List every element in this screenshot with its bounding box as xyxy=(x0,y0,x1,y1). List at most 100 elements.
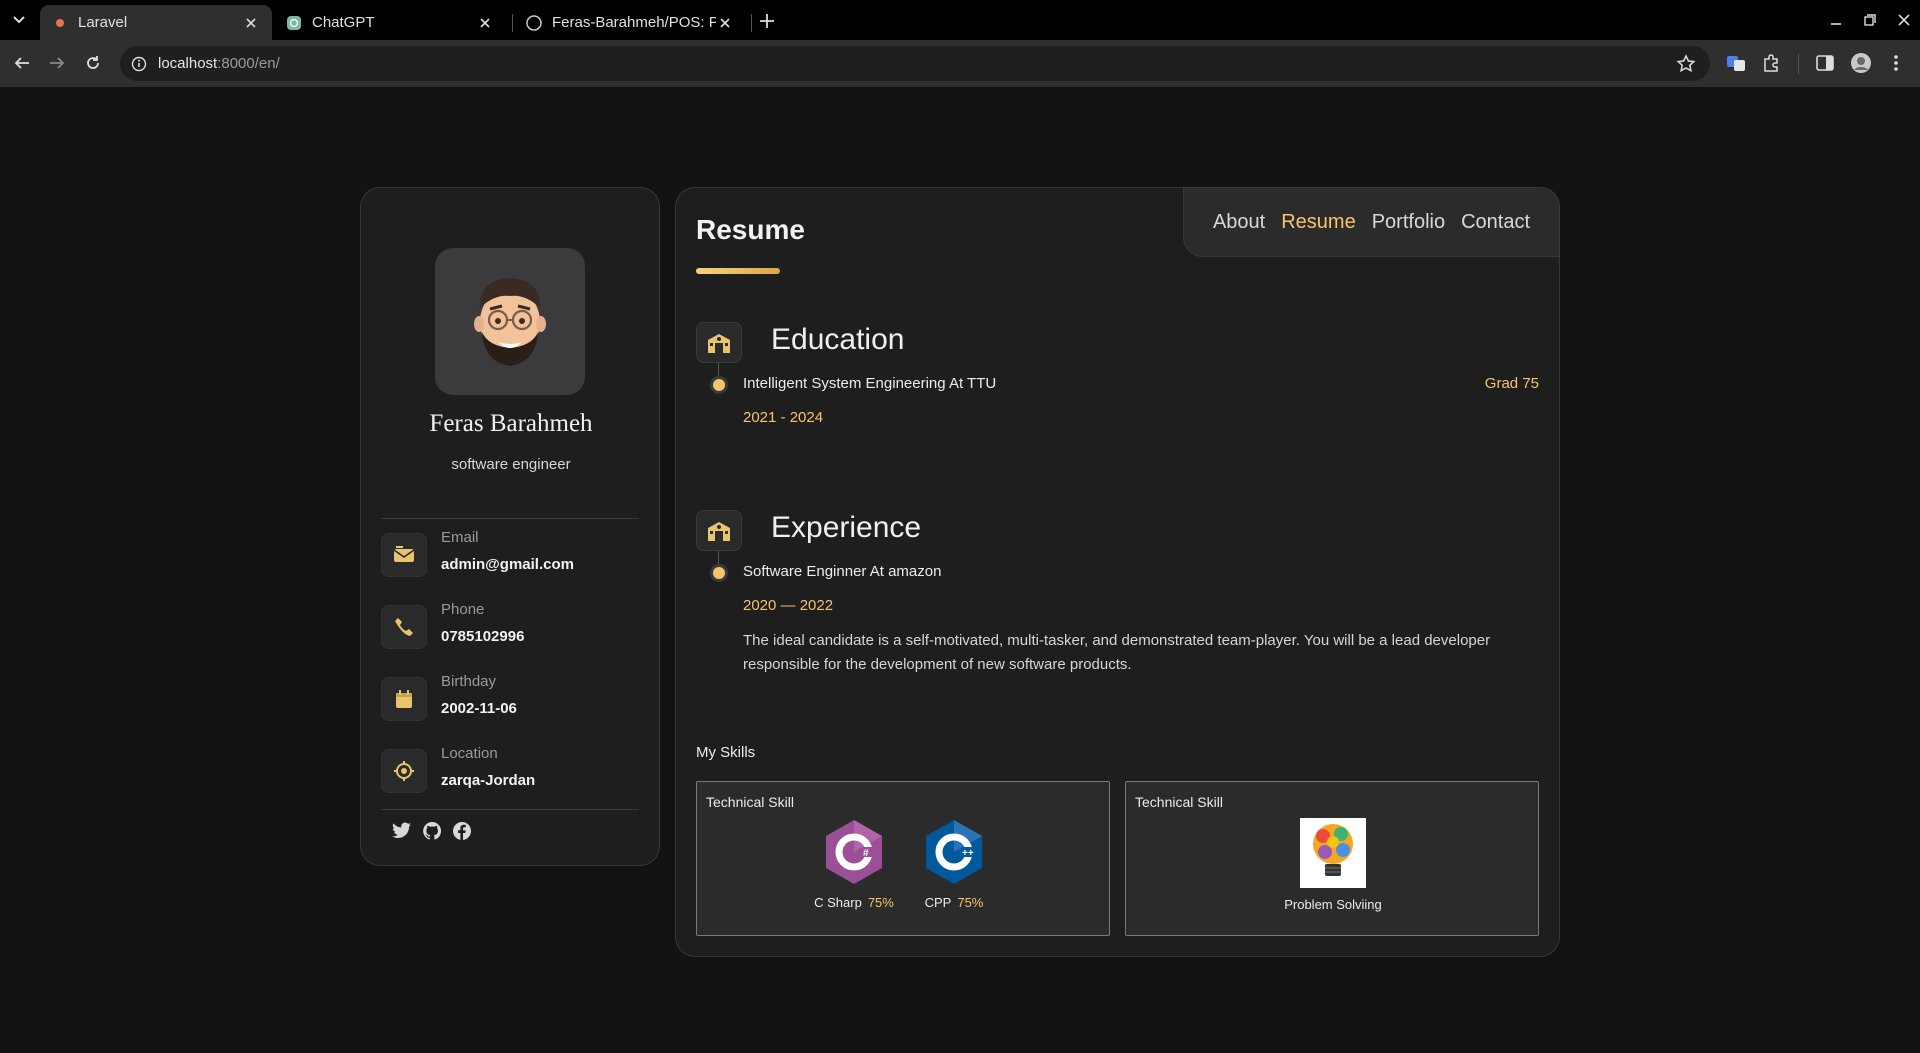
forward-button[interactable] xyxy=(45,51,69,75)
reload-button[interactable] xyxy=(81,51,105,75)
github-favicon-icon xyxy=(526,14,542,31)
skill-caption: C Sharp 75% xyxy=(809,895,899,910)
facebook-icon[interactable] xyxy=(451,820,473,842)
tab-title: ChatGPT xyxy=(312,14,375,31)
tab-separator xyxy=(751,14,752,32)
divider xyxy=(381,518,639,519)
contact-phone: Phone 0785102996 xyxy=(381,601,641,661)
close-window-button[interactable] xyxy=(1894,10,1914,30)
back-button[interactable] xyxy=(10,51,34,75)
experience-icon xyxy=(696,510,742,551)
address-bar[interactable]: localhost:8000/en/ xyxy=(120,46,1710,81)
skills-heading: My Skills xyxy=(696,744,756,761)
skill-item: ++ CPP 75% xyxy=(909,818,999,910)
mail-icon xyxy=(381,533,427,577)
site-info-icon[interactable] xyxy=(130,55,148,73)
contact-value[interactable]: 0785102996 xyxy=(441,628,524,645)
contact-value[interactable]: admin@gmail.com xyxy=(441,556,574,573)
close-icon[interactable] xyxy=(476,14,494,32)
csharp-logo-icon: # xyxy=(820,818,888,886)
reload-icon xyxy=(87,56,99,69)
translate-extension-icon[interactable] xyxy=(1725,52,1747,74)
resume-panel: Resume About Resume Portfolio Contact Ed… xyxy=(675,187,1560,957)
arrow-left-icon xyxy=(14,57,29,69)
browser-toolbar: localhost:8000/en/ xyxy=(0,40,1920,87)
skill-item: Problem Solviing xyxy=(1238,818,1428,912)
chevron-down-icon xyxy=(13,16,25,24)
contact-value: 2002-11-06 xyxy=(441,700,517,717)
profile-avatar-icon[interactable] xyxy=(1850,52,1872,74)
close-icon[interactable] xyxy=(242,14,260,32)
contact-birthday: Birthday 2002-11-06 xyxy=(381,673,641,733)
profile-role: software engineer xyxy=(451,456,571,473)
phone-icon xyxy=(381,605,427,649)
contact-label: Location xyxy=(441,745,498,762)
arrow-right-icon xyxy=(50,57,65,69)
profile-sidebar: Feras Barahmeh software engineer Email a… xyxy=(360,187,660,866)
tab-github[interactable]: Feras-Barahmeh/POS: P xyxy=(514,5,746,40)
skill-card: Technical Skill Problem Solviing xyxy=(1125,781,1539,936)
profile-name: Feras Barahmeh xyxy=(429,410,593,437)
calendar-icon xyxy=(381,677,427,721)
tab-title: Feras-Barahmeh/POS: P xyxy=(552,14,716,31)
experience-item-date: 2020 — 2022 xyxy=(743,597,834,614)
main-nav: About Resume Portfolio Contact xyxy=(1183,187,1560,257)
github-icon[interactable] xyxy=(421,820,443,842)
skill-card: Technical Skill # C Sharp 75% ++ CPP 75% xyxy=(696,781,1110,936)
nav-resume[interactable]: Resume xyxy=(1281,211,1355,234)
nav-portfolio[interactable]: Portfolio xyxy=(1372,211,1445,234)
contact-email: Email admin@gmail.com xyxy=(381,529,641,589)
close-icon[interactable] xyxy=(716,14,734,32)
skill-percent: 75% xyxy=(957,895,984,910)
title-underline xyxy=(696,268,780,274)
contact-location: Location zarqa-Jordan xyxy=(381,745,641,805)
contact-label: Phone xyxy=(441,601,485,618)
experience-item-description: The ideal candidate is a self-motivated,… xyxy=(743,632,1491,673)
education-title: Education xyxy=(771,323,905,356)
timeline-dot xyxy=(713,567,725,579)
skill-caption: CPP 75% xyxy=(909,895,999,910)
bookmark-star-icon[interactable] xyxy=(1676,54,1696,74)
skill-caption: Problem Solviing xyxy=(1238,897,1428,912)
tab-laravel[interactable]: Laravel xyxy=(40,5,272,40)
tab-title: Laravel xyxy=(78,14,128,31)
skill-card-header: Technical Skill xyxy=(706,794,794,810)
skill-name: Problem Solviing xyxy=(1284,897,1382,912)
svg-text:++: ++ xyxy=(962,848,974,859)
nav-about[interactable]: About xyxy=(1213,211,1265,234)
divider xyxy=(381,809,639,810)
plus-icon xyxy=(760,14,774,28)
page-title: Resume xyxy=(696,214,805,245)
social-links xyxy=(391,820,473,842)
contact-label: Birthday xyxy=(441,673,497,690)
education-item-title: Intelligent System Engineering At TTU xyxy=(743,375,997,392)
minimize-button[interactable] xyxy=(1826,10,1846,30)
toolbar-separator xyxy=(1798,54,1799,74)
experience-item-title: Software Enginner At amazon xyxy=(743,563,942,580)
lightbulb-puzzle-icon xyxy=(1300,818,1366,888)
skill-percent: 75% xyxy=(867,895,894,910)
new-tab-button[interactable] xyxy=(755,9,779,33)
memoji-avatar-icon xyxy=(474,277,546,366)
extensions-puzzle-icon[interactable] xyxy=(1761,52,1783,74)
kebab-menu-icon[interactable] xyxy=(1885,52,1907,74)
svg-text:#: # xyxy=(863,848,869,859)
tab-strip: Laravel ChatGPT Feras-Barahmeh/POS: P xyxy=(0,0,1920,40)
location-icon xyxy=(381,749,427,793)
contact-label: Email xyxy=(441,529,479,546)
skill-item: # C Sharp 75% xyxy=(809,818,899,910)
contact-value: zarqa-Jordan xyxy=(441,772,536,789)
restore-button[interactable] xyxy=(1860,10,1880,30)
avatar xyxy=(435,248,585,395)
skill-card-header: Technical Skill xyxy=(1135,794,1223,810)
twitter-icon[interactable] xyxy=(391,820,413,842)
tab-chatgpt[interactable]: ChatGPT xyxy=(274,5,506,40)
skill-name: C Sharp xyxy=(814,895,862,910)
skill-name: CPP xyxy=(924,895,952,910)
nav-contact[interactable]: Contact xyxy=(1461,211,1530,234)
experience-title: Experience xyxy=(771,511,922,544)
tab-search-button[interactable] xyxy=(7,8,31,32)
side-panel-icon[interactable] xyxy=(1814,52,1836,74)
chatgpt-favicon-icon xyxy=(286,15,302,31)
url-text: localhost:8000/en/ xyxy=(158,55,280,72)
